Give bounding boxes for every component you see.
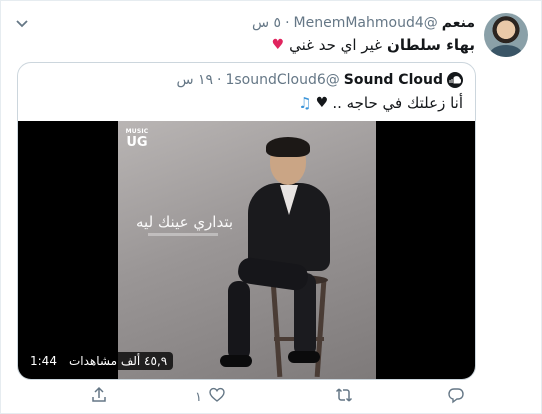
tweet-time[interactable]: ٥ س: [252, 13, 281, 33]
tweet-text-rest: غير اي حد غني: [289, 36, 383, 54]
quoted-header: Sound Cloud @1soundCloud6 · ١٩ س: [176, 70, 463, 90]
tweet-text-bold: بهاء سلطان: [387, 36, 475, 54]
quoted-tweet[interactable]: Sound Cloud @1soundCloud6 · ١٩ س أنا زعل…: [17, 62, 476, 380]
retweet-button[interactable]: [335, 386, 353, 408]
author-name[interactable]: منعم: [442, 13, 475, 33]
reply-button[interactable]: [447, 386, 465, 408]
quoted-author-handle[interactable]: @1soundCloud6: [225, 70, 339, 90]
share-button[interactable]: [90, 386, 108, 408]
tweet-header: منعم @MenemMahmoud4 · ٥ س: [252, 13, 475, 33]
video-duration-badge: 1:44 ٤٥,٩ ألف مشاهدات: [24, 352, 174, 370]
like-button[interactable]: ١: [195, 386, 226, 408]
author-handle[interactable]: @MenemMahmoud4: [294, 13, 438, 33]
music-note-icon: ♫: [298, 94, 312, 112]
video-views: ٤٥,٩ ألف مشاهدات: [68, 354, 168, 368]
share-icon: [90, 386, 108, 408]
singer-figure: [218, 137, 368, 379]
red-heart-icon: ♥: [271, 37, 285, 53]
tweet-text: بهاء سلطان غير اي حد غني ♥: [272, 35, 475, 55]
quoted-separator: ·: [217, 72, 222, 88]
video-player[interactable]: MUSIC UG بتداري عينك ليه 1:44 ٤٥,٩ ألف م…: [18, 121, 475, 379]
chevron-down-icon[interactable]: [13, 15, 31, 33]
quoted-text-body: أنا زعلتك في حاجه ..: [332, 94, 463, 112]
music-ug-logo: MUSIC UG: [125, 128, 149, 150]
soundcloud-icon: [447, 72, 463, 88]
reply-icon: [447, 386, 465, 408]
like-icon: [208, 386, 226, 408]
black-heart-icon: ♥: [315, 95, 329, 111]
overlay-underline: [148, 233, 218, 236]
quoted-text: أنا زعلتك في حاجه .. ♥ ♫: [298, 93, 463, 113]
like-count: ١: [195, 389, 202, 405]
video-frame: MUSIC UG بتداري عينك ليه: [118, 121, 376, 379]
avatar[interactable]: [484, 13, 528, 57]
tweet-actions: ١: [17, 386, 476, 408]
video-duration: 1:44: [30, 354, 57, 368]
separator-dot: ·: [285, 15, 290, 31]
tweet-card[interactable]: منعم @MenemMahmoud4 · ٥ س بهاء سلطان غير…: [0, 0, 542, 414]
quoted-time[interactable]: ١٩ س: [176, 70, 213, 90]
retweet-icon: [335, 386, 353, 408]
quoted-author-name[interactable]: Sound Cloud: [344, 70, 443, 90]
